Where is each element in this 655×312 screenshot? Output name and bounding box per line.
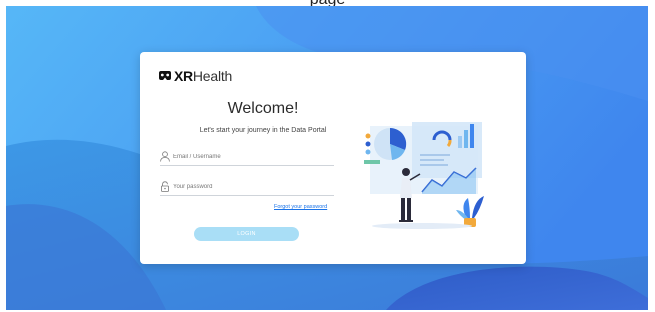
- password-field: [160, 181, 334, 196]
- user-icon: [160, 151, 170, 162]
- login-card: XR Health Welcome! Let's start your jour…: [140, 52, 526, 264]
- logo-text-xr: XR: [174, 68, 193, 84]
- logo-text-health: Health: [192, 68, 233, 84]
- email-input[interactable]: [173, 151, 331, 163]
- welcome-subtitle: Let's start your journey in the Data Por…: [199, 127, 327, 134]
- email-field: [160, 151, 334, 166]
- vr-headset-icon: [159, 71, 171, 80]
- data-analytics-illustration: [364, 122, 484, 229]
- lock-icon: [160, 181, 169, 192]
- brand-logo: XR Health: [158, 68, 232, 84]
- forgot-password-link[interactable]: Forgot your password: [274, 204, 327, 210]
- welcome-title: Welcome!: [227, 100, 299, 117]
- background-stage: XR Health Welcome! Let's start your jour…: [6, 6, 648, 310]
- login-button[interactable]: LOGIN: [194, 227, 299, 241]
- password-input[interactable]: [173, 181, 331, 193]
